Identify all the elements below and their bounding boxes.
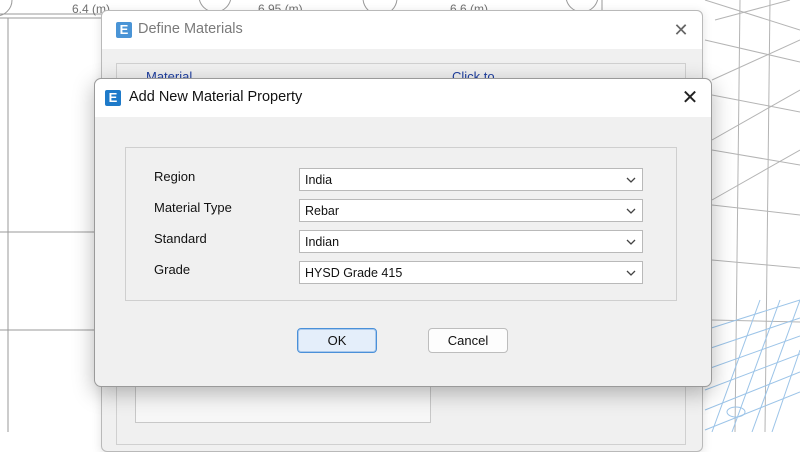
region-value: India xyxy=(305,173,333,187)
material-type-value: Rebar xyxy=(305,204,340,218)
chevron-down-icon xyxy=(626,239,636,245)
close-icon[interactable]: ✕ xyxy=(675,85,705,111)
region-label: Region xyxy=(154,169,196,184)
grade-label: Grade xyxy=(154,262,191,277)
material-type-label: Material Type xyxy=(154,200,232,215)
standard-value: Indian xyxy=(305,235,340,249)
etabs-app-icon: E xyxy=(105,90,121,106)
chevron-down-icon xyxy=(626,208,636,214)
chevron-down-icon xyxy=(626,177,636,183)
define-materials-titlebar[interactable]: E Define Materials ✕ xyxy=(102,11,702,49)
grade-dropdown[interactable]: HYSD Grade 415 xyxy=(299,261,643,284)
define-materials-title: Define Materials xyxy=(138,21,243,37)
cancel-button[interactable]: Cancel xyxy=(428,328,508,353)
close-icon[interactable]: ✕ xyxy=(666,17,696,43)
material-type-dropdown[interactable]: Rebar xyxy=(299,199,643,222)
region-dropdown[interactable]: India xyxy=(299,168,643,191)
chevron-down-icon xyxy=(626,270,636,276)
standard-label: Standard xyxy=(154,231,207,246)
etabs-app-icon: E xyxy=(116,22,132,38)
dialog-title: Add New Material Property xyxy=(129,89,303,105)
standard-dropdown[interactable]: Indian xyxy=(299,230,643,253)
grade-value: HYSD Grade 415 xyxy=(305,266,403,280)
add-material-titlebar[interactable]: E Add New Material Property ✕ xyxy=(95,79,711,117)
ok-button[interactable]: OK xyxy=(297,328,377,353)
material-property-group: Region India Material Type Rebar Standar… xyxy=(125,147,677,301)
add-material-dialog: E Add New Material Property ✕ Region Ind… xyxy=(94,78,712,387)
